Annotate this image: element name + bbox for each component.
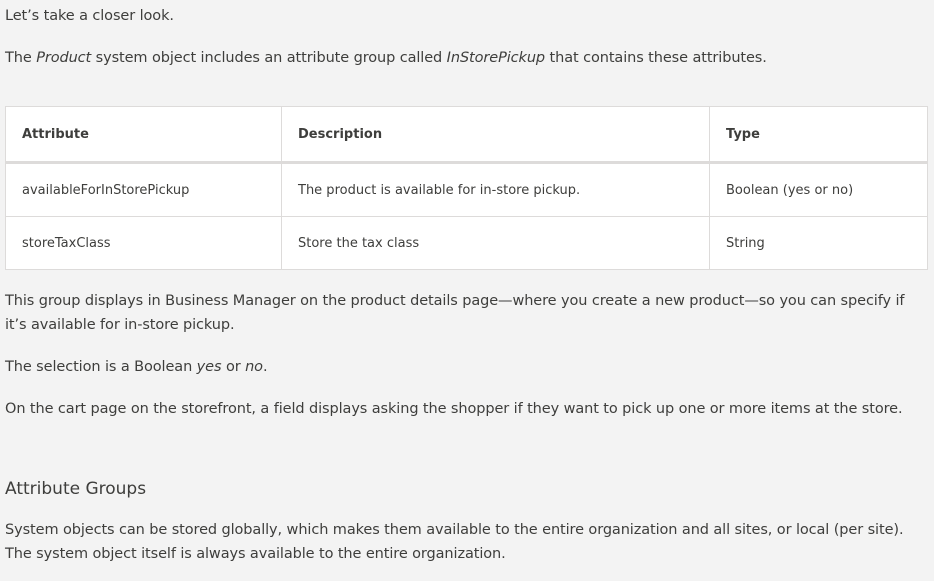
yes-term: yes: [196, 359, 222, 375]
lead-text-2: system object includes an attribute grou…: [91, 50, 447, 66]
cell-description: The product is available for in-store pi…: [281, 162, 710, 217]
header-attribute: Attribute: [5, 106, 282, 164]
no-term: no: [245, 359, 263, 375]
table-header-row: Attribute Description Type: [5, 106, 928, 164]
cell-description: Store the tax class: [281, 216, 710, 270]
cell-type: String: [709, 216, 928, 270]
boolean-text-1: The selection is a Boolean: [5, 359, 197, 375]
product-term: Product: [36, 50, 92, 66]
header-description: Description: [281, 106, 710, 164]
table-row: storeTaxClass Store the tax class String: [5, 216, 928, 270]
boolean-text-2: or: [221, 359, 246, 375]
group-term: InStorePickup: [446, 50, 546, 66]
header-type: Type: [709, 106, 928, 164]
cell-attribute: availableForInStorePickup: [5, 162, 282, 217]
attribute-table: Attribute Description Type availableForI…: [5, 106, 928, 270]
cell-attribute: storeTaxClass: [5, 216, 282, 270]
lead-text-3: that contains these attributes.: [545, 50, 767, 66]
system-paragraph: System objects can be stored globally, w…: [5, 522, 904, 562]
lead-paragraph: The Product system object includes an at…: [5, 46, 767, 70]
lead-text-1: The: [5, 50, 37, 66]
group-paragraph: This group displays in Business Manager …: [5, 293, 905, 333]
boolean-text-3: .: [262, 359, 268, 375]
table-row: availableForInStorePickup The product is…: [5, 162, 928, 217]
intro-text: Let’s take a closer look.: [5, 8, 174, 24]
boolean-paragraph: The selection is a Boolean yes or no.: [5, 355, 268, 379]
section-heading: Attribute Groups: [5, 479, 147, 499]
cart-paragraph: On the cart page on the storefront, a fi…: [5, 401, 903, 417]
cell-type: Boolean (yes or no): [709, 162, 928, 217]
